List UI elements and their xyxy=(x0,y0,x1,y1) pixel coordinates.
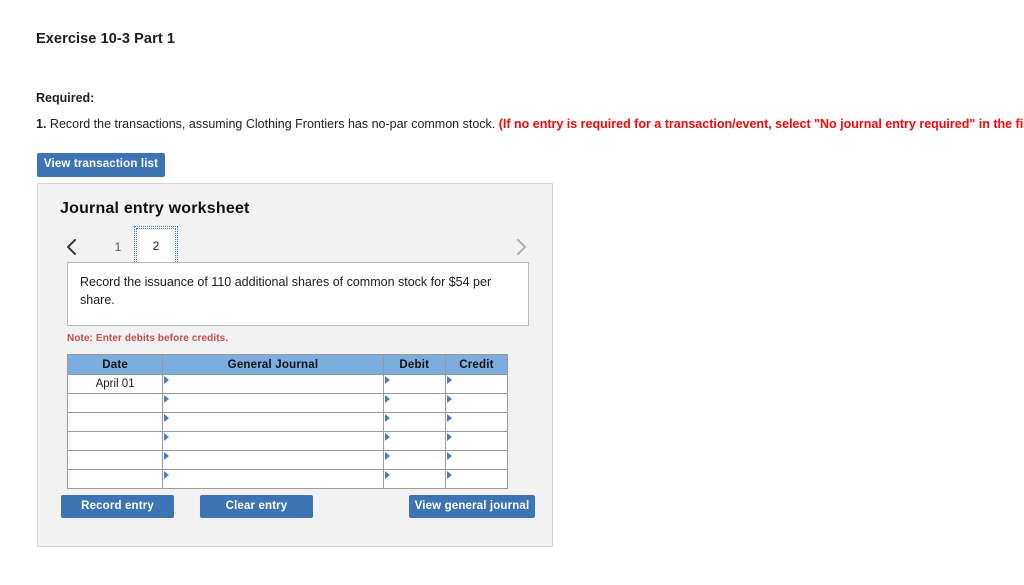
cell-credit[interactable] xyxy=(444,469,509,489)
table-row xyxy=(66,412,509,432)
cell-debit[interactable] xyxy=(382,431,446,451)
cell-date[interactable] xyxy=(66,431,164,451)
cell-general-journal[interactable] xyxy=(162,450,384,470)
record-entry-button[interactable]: Record entry xyxy=(61,495,174,518)
cell-debit[interactable] xyxy=(382,393,446,413)
cell-dropdown-marker-icon xyxy=(446,433,452,441)
table-row xyxy=(66,431,509,451)
worksheet-page-2[interactable]: 2 xyxy=(134,226,178,266)
cell-dropdown-marker-icon xyxy=(164,414,170,422)
cell-dropdown-marker-icon xyxy=(384,433,390,441)
requirement-number: 1. xyxy=(36,117,47,131)
clear-entry-button[interactable]: Clear entry xyxy=(200,495,313,518)
cell-debit[interactable] xyxy=(382,374,446,394)
required-label: Required: xyxy=(36,91,95,105)
requirement-note: (If no entry is required for a transacti… xyxy=(498,117,1024,131)
requirement-line: 1. Record the transactions, assuming Clo… xyxy=(36,117,1024,131)
view-general-journal-button[interactable]: View general journal xyxy=(409,495,535,518)
cell-dropdown-marker-icon xyxy=(384,452,390,460)
journal-entry-worksheet-panel: Journal entry worksheet 1 2 Record the i… xyxy=(37,183,553,547)
cell-general-journal[interactable] xyxy=(162,431,384,451)
table-row xyxy=(66,469,509,489)
cell-date[interactable] xyxy=(66,469,164,489)
cell-dropdown-marker-icon xyxy=(164,471,170,479)
chevron-left-icon[interactable] xyxy=(60,232,82,262)
column-header-date: Date xyxy=(66,354,164,375)
table-header-row: Date General Journal Debit Credit xyxy=(66,354,509,375)
table-row: April 01 xyxy=(66,374,509,394)
cell-general-journal[interactable] xyxy=(162,374,384,394)
column-header-credit: Credit xyxy=(444,354,509,375)
journal-entry-table: Date General Journal Debit Credit April … xyxy=(66,354,509,489)
cell-dropdown-marker-icon xyxy=(446,395,452,403)
cell-dropdown-marker-icon xyxy=(384,376,390,384)
cell-dropdown-marker-icon xyxy=(384,471,390,479)
cell-general-journal[interactable] xyxy=(162,393,384,413)
cell-dropdown-marker-icon xyxy=(164,395,170,403)
table-row xyxy=(66,450,509,470)
debits-before-credits-note: Note: Enter debits before credits. xyxy=(67,333,229,344)
worksheet-page-1[interactable]: 1 xyxy=(100,232,136,262)
cell-general-journal[interactable] xyxy=(162,412,384,432)
cell-dropdown-marker-icon xyxy=(446,376,452,384)
cell-dropdown-marker-icon xyxy=(164,433,170,441)
cell-credit[interactable] xyxy=(444,450,509,470)
cell-debit[interactable] xyxy=(382,469,446,489)
cell-dropdown-marker-icon xyxy=(384,395,390,403)
cell-general-journal[interactable] xyxy=(162,469,384,489)
column-header-debit: Debit xyxy=(382,354,446,375)
cell-dropdown-marker-icon xyxy=(384,414,390,422)
cell-date[interactable] xyxy=(66,412,164,432)
exercise-title: Exercise 10-3 Part 1 xyxy=(36,31,176,47)
cell-credit[interactable] xyxy=(444,412,509,432)
cell-dropdown-marker-icon xyxy=(164,376,170,384)
cell-dropdown-marker-icon xyxy=(446,414,452,422)
transaction-description: Record the issuance of 110 additional sh… xyxy=(67,262,529,326)
cell-credit[interactable] xyxy=(444,374,509,394)
cell-date[interactable] xyxy=(66,393,164,413)
cell-debit[interactable] xyxy=(382,412,446,432)
column-header-general-journal: General Journal xyxy=(162,354,384,375)
worksheet-title: Journal entry worksheet xyxy=(60,200,250,217)
cell-date[interactable] xyxy=(66,450,164,470)
worksheet-pager: 1 2 xyxy=(60,226,532,266)
view-transaction-list-button[interactable]: View transaction list xyxy=(37,153,165,177)
cell-credit[interactable] xyxy=(444,393,509,413)
worksheet-page-list: 1 2 xyxy=(100,226,178,266)
requirement-text: Record the transactions, assuming Clothi… xyxy=(46,117,499,131)
cell-date[interactable]: April 01 xyxy=(66,374,164,394)
cell-dropdown-marker-icon xyxy=(446,471,452,479)
cell-debit[interactable] xyxy=(382,450,446,470)
table-row xyxy=(66,393,509,413)
chevron-right-icon[interactable] xyxy=(510,232,532,262)
cell-credit[interactable] xyxy=(444,431,509,451)
cell-dropdown-marker-icon xyxy=(446,452,452,460)
cell-dropdown-marker-icon xyxy=(164,452,170,460)
